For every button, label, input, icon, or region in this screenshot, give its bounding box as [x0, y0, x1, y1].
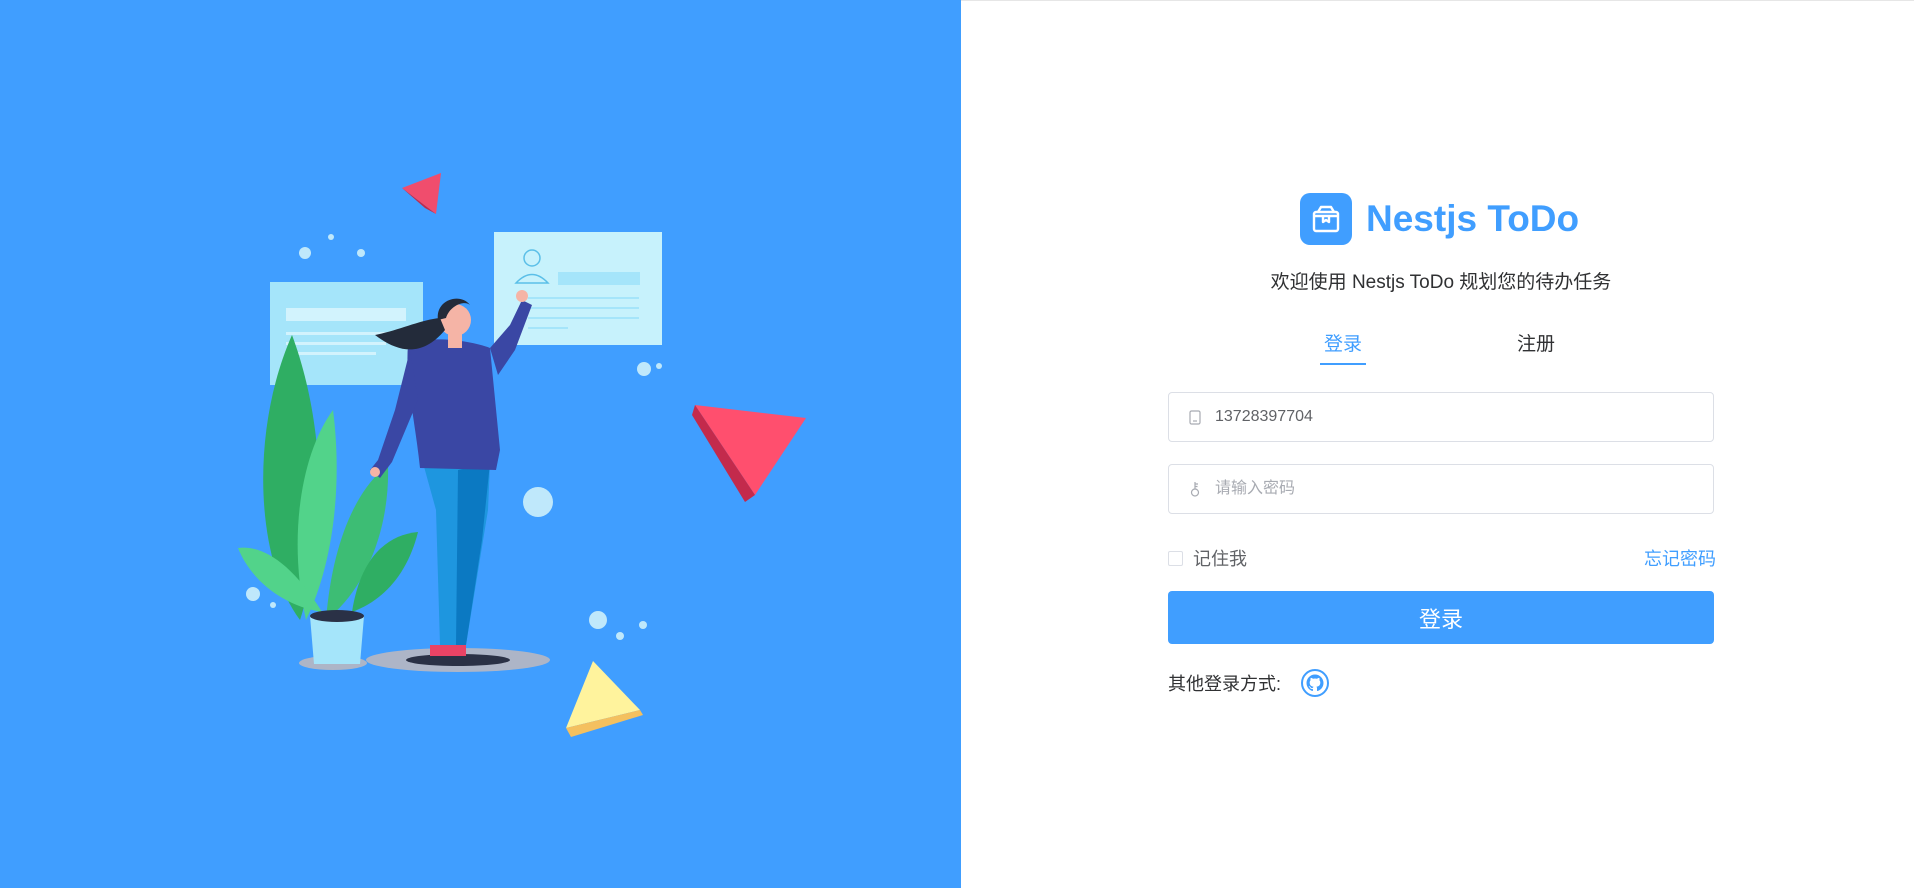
password-input[interactable]	[1213, 479, 1687, 499]
other-login-label: 其他登录方式:	[1168, 674, 1282, 694]
forgot-password-link[interactable]: 忘记密码	[1644, 545, 1716, 571]
remember-checkbox[interactable]	[1168, 550, 1183, 566]
remember-me[interactable]: 记住我	[1168, 545, 1247, 571]
brand-title: Nestjs ToDo	[1366, 198, 1580, 239]
tab-login[interactable]: 登录	[1320, 329, 1366, 365]
key-icon	[1187, 481, 1203, 497]
login-illustration	[238, 173, 806, 737]
login-panel	[961, 0, 1914, 888]
welcome-subtitle: 欢迎使用 Nestjs ToDo 规划您的待办任务	[1270, 272, 1612, 293]
illustration-panel	[0, 0, 961, 888]
box-icon	[1300, 193, 1352, 245]
tab-register[interactable]: 注册	[1517, 329, 1555, 356]
brand-header: Nestjs ToDo	[1300, 193, 1579, 245]
github-icon[interactable]	[1299, 667, 1331, 699]
phone-icon	[1187, 409, 1203, 425]
login-button[interactable]: 登录	[1168, 591, 1714, 644]
phone-field[interactable]	[1168, 392, 1714, 442]
remember-label: 记住我	[1193, 549, 1247, 569]
other-login: 其他登录方式:	[1168, 667, 1331, 699]
password-field[interactable]	[1168, 464, 1714, 514]
phone-input[interactable]	[1213, 407, 1687, 427]
